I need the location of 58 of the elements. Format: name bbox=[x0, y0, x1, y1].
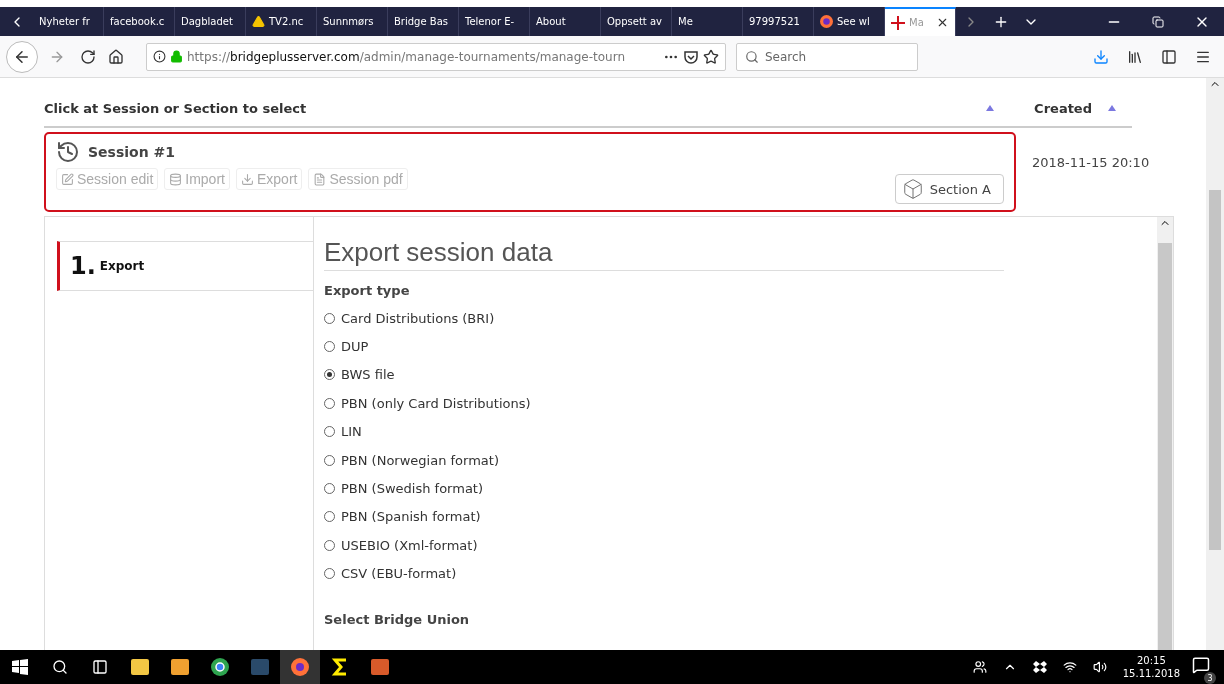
option-label: Card Distributions (BRI) bbox=[341, 310, 495, 326]
sort-icon[interactable] bbox=[1108, 105, 1116, 111]
search-icon[interactable] bbox=[52, 659, 68, 675]
clock-date: 15.11.2018 bbox=[1122, 667, 1180, 680]
lock-icon[interactable] bbox=[170, 50, 183, 63]
wifi-icon[interactable] bbox=[1062, 660, 1077, 674]
option-label: BWS file bbox=[341, 367, 395, 383]
people-icon[interactable] bbox=[972, 660, 987, 674]
restore-icon[interactable] bbox=[1152, 15, 1164, 28]
scrollbar[interactable] bbox=[1206, 78, 1224, 650]
edit-icon bbox=[61, 172, 74, 186]
download-icon[interactable] bbox=[1093, 48, 1109, 65]
history-icon bbox=[56, 140, 80, 164]
address-bar[interactable]: https://bridgeplusserver.com/admin/manage-tournaments/manage-tourn bbox=[146, 42, 726, 71]
database-icon bbox=[169, 172, 183, 186]
option-label: PBN (only Card Distributions) bbox=[341, 395, 531, 411]
search-icon bbox=[745, 49, 759, 64]
notification-count: 3 bbox=[1204, 672, 1216, 684]
library-icon[interactable] bbox=[1127, 48, 1143, 65]
section-heading: Select Bridge Union bbox=[324, 611, 471, 627]
panel-heading: Export session data bbox=[324, 237, 1004, 271]
globe-icon bbox=[820, 15, 833, 28]
option-label: PBN (Swedish format) bbox=[341, 481, 484, 497]
download-icon bbox=[240, 172, 254, 186]
home-icon[interactable] bbox=[108, 48, 124, 65]
notification-icon[interactable] bbox=[1192, 656, 1210, 674]
section-heading: Export type bbox=[324, 283, 411, 298]
instruction-text: Click at Session or Section to select bbox=[44, 100, 308, 116]
option-label: USEBIO (Xml-format) bbox=[341, 537, 478, 553]
search-field[interactable]: Search bbox=[736, 42, 918, 71]
scrollbar[interactable] bbox=[1157, 217, 1173, 650]
step-label: Export bbox=[99, 259, 145, 273]
option-label: CSV (EBU-format) bbox=[341, 566, 457, 582]
section-button[interactable]: Section A bbox=[894, 174, 1004, 204]
option-label: LIN bbox=[341, 424, 362, 440]
cube-icon bbox=[901, 178, 924, 200]
info-icon[interactable] bbox=[153, 50, 166, 63]
star-icon[interactable] bbox=[703, 48, 719, 65]
sort-icon[interactable] bbox=[986, 105, 995, 111]
back-button[interactable] bbox=[6, 40, 38, 73]
sidebar-icon[interactable] bbox=[1161, 48, 1177, 65]
created-date: 2018-11-15 20:10 bbox=[1032, 154, 1150, 170]
url-text[interactable]: https://bridgeplusserver.com/admin/manage-tournaments/manage-tourn bbox=[187, 49, 659, 64]
close-icon[interactable] bbox=[936, 16, 949, 29]
plus-icon bbox=[891, 15, 905, 30]
column-header[interactable]: Created bbox=[1034, 100, 1092, 116]
volume-icon[interactable] bbox=[1092, 660, 1107, 674]
warning-icon bbox=[252, 15, 265, 28]
session-title: Session #1 bbox=[88, 144, 175, 160]
clock-time: 20:15 bbox=[1136, 654, 1166, 667]
option-label: PBN (Spanish format) bbox=[341, 509, 481, 525]
option-label: DUP bbox=[341, 339, 369, 355]
option-label: PBN (Norwegian format) bbox=[341, 452, 499, 468]
pocket-icon[interactable] bbox=[683, 48, 699, 65]
task-view-icon[interactable] bbox=[92, 659, 108, 675]
step-number: 1. bbox=[70, 252, 96, 280]
document-icon bbox=[313, 172, 327, 186]
reload-icon[interactable] bbox=[80, 48, 96, 65]
